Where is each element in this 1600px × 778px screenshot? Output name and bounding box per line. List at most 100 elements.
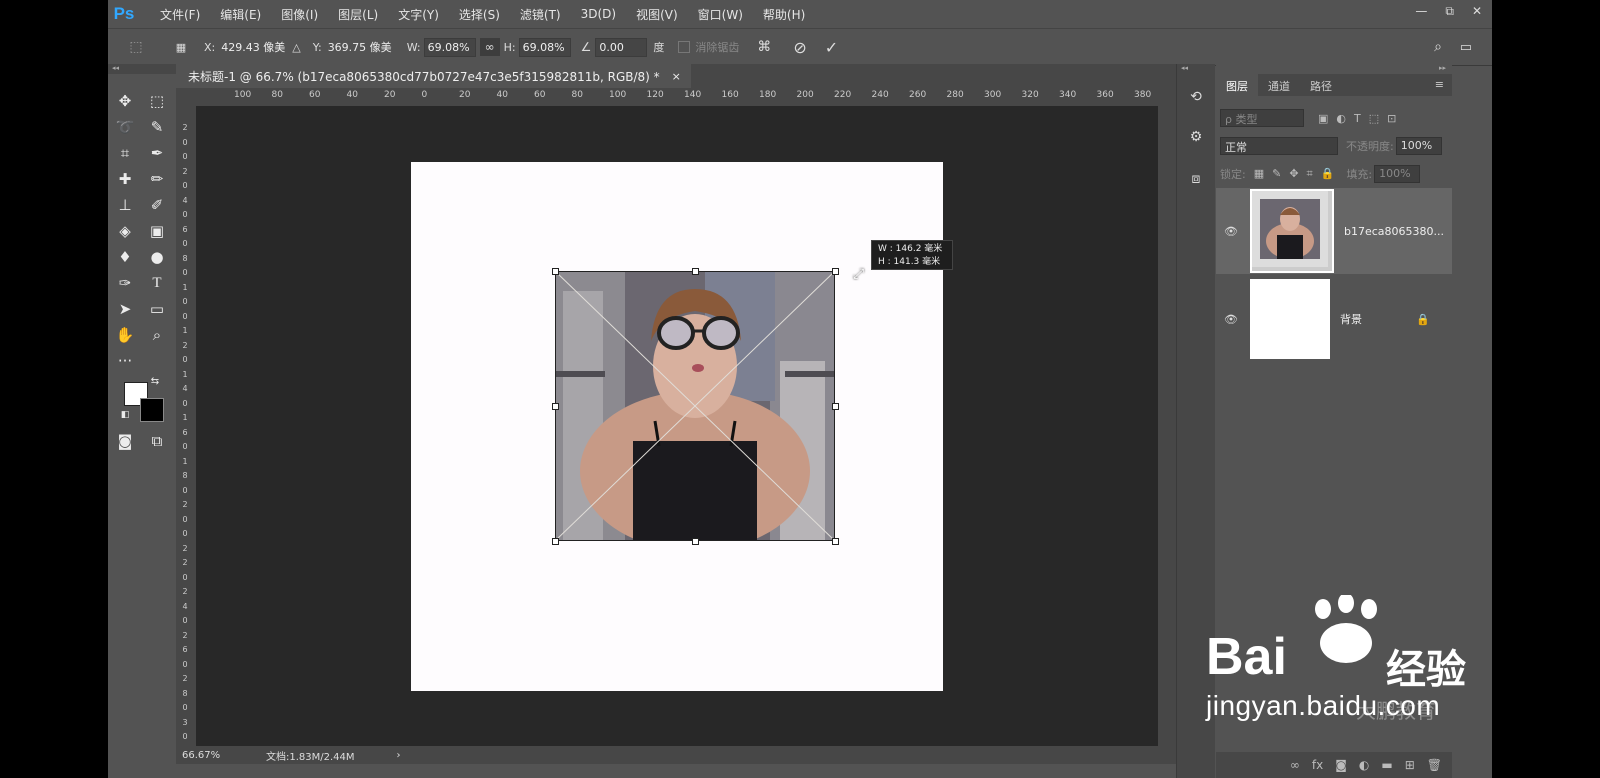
menu-layer[interactable]: 图层(L): [338, 6, 378, 23]
menu-edit[interactable]: 编辑(E): [220, 6, 261, 23]
properties-panel-icon[interactable]: ⚙: [1185, 126, 1207, 148]
reference-point-icon[interactable]: ▦: [172, 41, 190, 54]
menu-file[interactable]: 文件(F): [160, 6, 200, 23]
quick-mask-icon[interactable]: ◙: [112, 430, 138, 452]
y-field[interactable]: 369.75 像美: [324, 37, 395, 57]
hand-tool-icon[interactable]: ✋: [112, 324, 138, 346]
layer-filter-select[interactable]: ρ 类型: [1220, 109, 1304, 127]
link-icon[interactable]: ∞: [1290, 758, 1300, 772]
type-tool-icon[interactable]: T: [144, 272, 170, 294]
link-aspect-icon[interactable]: ∞: [479, 38, 500, 56]
quick-select-tool-icon[interactable]: ✎: [144, 116, 170, 138]
eyedropper-tool-icon[interactable]: ✒: [144, 142, 170, 164]
warp-icon[interactable]: ⌘: [757, 39, 771, 55]
pen-tool-icon[interactable]: ✑: [112, 272, 138, 294]
new-layer-icon[interactable]: ⊞: [1405, 758, 1415, 772]
commit-transform-icon[interactable]: ✓: [825, 38, 838, 57]
healing-tool-icon[interactable]: ✚: [112, 168, 138, 190]
transform-handle-br[interactable]: [832, 538, 839, 545]
history-panel-icon[interactable]: ⟲: [1185, 86, 1207, 108]
menu-window[interactable]: 窗口(W): [698, 6, 743, 23]
background-color-swatch[interactable]: [140, 398, 164, 422]
eraser-tool-icon[interactable]: ◈: [112, 220, 138, 242]
menu-view[interactable]: 视图(V): [636, 6, 678, 23]
trash-icon[interactable]: 🗑: [1427, 758, 1442, 772]
adjustment-icon[interactable]: ◐: [1359, 758, 1369, 772]
workspace-icon[interactable]: ▭: [1460, 40, 1472, 55]
menu-help[interactable]: 帮助(H): [763, 6, 805, 23]
layer-name-photo[interactable]: b17eca8065380...: [1344, 225, 1444, 238]
visibility-eye-icon[interactable]: 👁: [1220, 313, 1242, 326]
document-canvas[interactable]: ⤢: [411, 162, 943, 691]
folder-icon[interactable]: ▬: [1381, 758, 1392, 772]
cancel-transform-icon[interactable]: ⊘: [793, 38, 806, 57]
transform-handle-tr[interactable]: [832, 268, 839, 275]
visibility-eye-icon[interactable]: 👁: [1220, 225, 1242, 238]
menu-image[interactable]: 图像(I): [281, 6, 318, 23]
path-select-tool-icon[interactable]: ➤: [112, 298, 138, 320]
crop-tool-icon[interactable]: ⌗: [112, 142, 138, 164]
placed-photo-layer[interactable]: [555, 271, 835, 541]
pasteboard[interactable]: ⤢: [196, 106, 1158, 746]
rectangle-tool-icon[interactable]: ▭: [144, 298, 170, 320]
default-colors-icon[interactable]: ◧: [118, 408, 132, 422]
h-field[interactable]: 69.08%: [518, 37, 571, 57]
menu-filter[interactable]: 滤镜(T): [520, 6, 561, 23]
delta-icon[interactable]: △: [292, 41, 300, 54]
antialias-checkbox[interactable]: [678, 41, 691, 53]
stamp-tool-icon[interactable]: ⊥: [112, 194, 138, 216]
transform-handle-r[interactable]: [832, 403, 839, 410]
dodge-tool-icon[interactable]: ●: [144, 246, 170, 268]
mini-collapse-arrow[interactable]: ◂◂: [1181, 64, 1188, 72]
opacity-field[interactable]: 100%: [1395, 137, 1442, 155]
transform-handle-tl[interactable]: [552, 268, 559, 275]
transform-handle-bl[interactable]: [552, 538, 559, 545]
marquee-tool-icon[interactable]: ⬚: [144, 90, 170, 112]
blur-tool-icon[interactable]: ♦: [112, 246, 138, 268]
layer-row-photo[interactable]: 👁 b17eca8065380...: [1216, 188, 1452, 274]
move-tool-icon[interactable]: ✥: [112, 90, 138, 112]
document-tab-close[interactable]: ×: [672, 70, 681, 83]
panel-collapse-arrow[interactable]: ▸▸: [1439, 64, 1446, 72]
swap-colors-icon[interactable]: ⇆: [148, 374, 162, 388]
menu-3d[interactable]: 3D(D): [581, 7, 616, 21]
fx-icon[interactable]: fx: [1312, 758, 1323, 772]
menu-select[interactable]: 选择(S): [459, 6, 500, 23]
document-tab[interactable]: 未标题-1 @ 66.7% (b17eca8065380cd77b0727e47…: [176, 64, 691, 88]
status-menu-arrow[interactable]: ›: [397, 750, 401, 761]
zoom-tool-icon[interactable]: ⌕: [144, 324, 170, 346]
vertical-ruler[interactable]: 2 0 0 2 0 4 0 6 0 8 0 1 0 0 1 2 0 1 4 0 1 6 0 1 8 0 2 0 0 2 2 0 2 4 0 2 6 0 2 8…: [176, 106, 197, 746]
blend-mode-select[interactable]: 正常: [1220, 137, 1338, 155]
w-field[interactable]: 69.08%: [423, 37, 476, 57]
mask-icon[interactable]: ◙: [1335, 758, 1347, 772]
angle-field[interactable]: 0.00: [595, 37, 648, 57]
lock-icons[interactable]: ▦✎✥⌗🔒: [1254, 167, 1343, 181]
layer-name-background[interactable]: 背景: [1340, 311, 1362, 327]
transform-handle-t[interactable]: [692, 268, 699, 275]
screen-mode-icon[interactable]: ⧉: [144, 430, 170, 452]
tab-paths[interactable]: 路径: [1300, 74, 1342, 96]
x-field[interactable]: 429.43 像美: [218, 37, 289, 57]
tab-layers[interactable]: 图层: [1216, 74, 1258, 96]
transform-handle-b[interactable]: [692, 538, 699, 545]
menu-type[interactable]: 文字(Y): [398, 6, 439, 23]
libraries-panel-icon[interactable]: ⧈: [1185, 168, 1207, 190]
tools-collapse-strip[interactable]: ◂◂: [108, 64, 176, 74]
gradient-tool-icon[interactable]: ▣: [144, 220, 170, 242]
fill-field[interactable]: 100%: [1374, 165, 1421, 183]
transform-handle-l[interactable]: [552, 403, 559, 410]
brush-tool-icon[interactable]: ✏: [144, 168, 170, 190]
restore-button[interactable]: ⧉: [1445, 4, 1454, 19]
search-icon[interactable]: ⌕: [1434, 39, 1442, 55]
more-tools-icon[interactable]: ···: [112, 350, 138, 372]
layer-row-background[interactable]: 👁 背景 🔒: [1216, 276, 1452, 362]
lasso-tool-icon[interactable]: ➰: [112, 116, 138, 138]
horizontal-ruler[interactable]: 100 80 60 40 20 0 20 40 60 80 100 120 140 160 180 200 22…: [196, 88, 1176, 107]
close-window-button[interactable]: ✕: [1472, 4, 1482, 19]
history-brush-icon[interactable]: ✐: [144, 194, 170, 216]
tab-channels[interactable]: 通道: [1258, 74, 1300, 96]
panel-menu-icon[interactable]: ≡: [1427, 74, 1452, 96]
minimize-button[interactable]: —: [1415, 4, 1427, 19]
layer-filter-icons[interactable]: ▣◐T⬚⊡: [1318, 112, 1404, 125]
vertical-scrollbar[interactable]: [1158, 106, 1176, 746]
